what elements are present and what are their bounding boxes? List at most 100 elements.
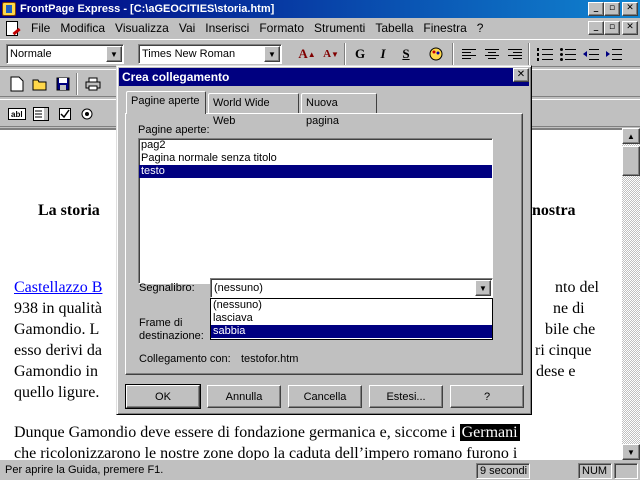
font-grow-icon[interactable]: A ▲ xyxy=(296,43,318,65)
ok-button[interactable]: OK xyxy=(125,384,201,409)
font-value: Times New Roman xyxy=(142,48,236,60)
radio-field-icon[interactable] xyxy=(76,103,98,125)
list-item[interactable]: Pagina normale senza titolo xyxy=(139,152,492,165)
list-item-selected[interactable]: testo xyxy=(139,165,492,178)
align-center-icon[interactable] xyxy=(481,43,503,65)
scroll-thumb[interactable] xyxy=(622,146,640,176)
chevron-down-icon[interactable]: ▼ xyxy=(475,280,491,296)
dialog-title-bar: Crea collegamento xyxy=(119,68,529,86)
link-value: testofor.htm xyxy=(241,353,299,365)
doc-text-line-right: nto del xyxy=(555,279,599,296)
doc-text-line-right: bile che xyxy=(545,321,596,338)
bookmark-value: (nessuno) xyxy=(214,282,263,294)
status-load-time: 9 secondi xyxy=(476,463,530,479)
status-num-lock: NUM xyxy=(578,463,612,479)
extended-button[interactable]: Estesi... xyxy=(369,385,443,408)
bookmark-dropdown-list[interactable]: (nessuno) lasciava sabbia xyxy=(210,298,493,340)
tab-world-wide-web[interactable]: World Wide Web xyxy=(208,93,299,127)
bookmark-label: Segnalibro: xyxy=(139,282,195,294)
doc-text-line: esso derivi da xyxy=(14,342,102,359)
link-label: Collegamento con: xyxy=(139,353,231,365)
doc-text-line: 938 in qualità xyxy=(14,300,102,317)
toolbar-separator xyxy=(452,43,454,65)
list-item[interactable]: pag2 xyxy=(139,139,492,152)
bullet-list-icon[interactable] xyxy=(557,43,579,65)
toolbar-separator xyxy=(528,43,530,65)
tab-pagine-aperte[interactable]: Pagine aperte xyxy=(126,91,206,114)
close-window-button[interactable]: ✕ xyxy=(622,2,638,16)
minimize-button[interactable]: _ xyxy=(588,2,604,16)
doc-text-line: Gamondio. L xyxy=(14,321,100,338)
menu-tabella[interactable]: Tabella xyxy=(370,21,418,35)
align-right-icon[interactable] xyxy=(504,43,526,65)
menu-formato[interactable]: Formato xyxy=(254,21,309,35)
textbox-field-icon[interactable]: abl xyxy=(6,103,28,125)
bold-button[interactable]: G xyxy=(349,43,371,65)
numbered-list-icon[interactable] xyxy=(534,43,556,65)
doc-minimize-button[interactable]: _ xyxy=(588,21,604,35)
format-toolbar: Normale ▼ Times New Roman ▼ A ▲ A ▼ G I S xyxy=(0,39,640,67)
italic-button[interactable]: I xyxy=(372,43,394,65)
doc-title-left: La storia xyxy=(38,202,100,219)
doc-title-right: nostra xyxy=(532,202,576,219)
menu-strumenti[interactable]: Strumenti xyxy=(309,21,370,35)
list-item[interactable]: lasciava xyxy=(211,312,492,325)
pages-label: Pagine aperte: xyxy=(138,124,210,136)
toolbar-separator xyxy=(76,73,78,95)
vertical-scrollbar[interactable]: ▲ ▼ xyxy=(622,128,640,460)
create-link-dialog: Crea collegamento ✕ Pagine aperte World … xyxy=(116,65,532,415)
scrolling-textbox-icon[interactable] xyxy=(30,103,52,125)
svg-text:abl: abl xyxy=(11,110,23,119)
decrease-indent-icon[interactable] xyxy=(580,43,602,65)
increase-indent-icon[interactable] xyxy=(603,43,625,65)
menu-help[interactable]: ? xyxy=(472,21,489,35)
doc-text-line: quello ligure. xyxy=(14,384,100,401)
tab-nuova-pagina[interactable]: Nuova pagina xyxy=(301,93,377,127)
style-combo[interactable]: Normale ▼ xyxy=(6,44,124,64)
document-icon[interactable] xyxy=(4,20,20,36)
doc-paragraph-line: Dunque Gamondio deve essere di fondazion… xyxy=(14,422,520,443)
title-bar: FrontPage Express - [C:\aGEOCITIES\stori… xyxy=(0,0,640,18)
clear-button[interactable]: Cancella xyxy=(288,385,362,408)
status-bar: Per aprire la Guida, premere F1. 9 secon… xyxy=(0,462,640,480)
open-pages-list[interactable]: pag2 Pagina normale senza titolo testo xyxy=(138,138,493,284)
bookmark-combo[interactable]: (nessuno) ▼ xyxy=(210,278,493,298)
underline-button[interactable]: S xyxy=(395,43,417,65)
menu-visualizza[interactable]: Visualizza xyxy=(110,21,174,35)
text-color-icon[interactable] xyxy=(425,43,447,65)
font-shrink-icon[interactable]: A ▼ xyxy=(320,43,342,65)
menu-inserisci[interactable]: Inserisci xyxy=(200,21,254,35)
scroll-up-icon[interactable]: ▲ xyxy=(622,128,640,144)
print-icon[interactable] xyxy=(82,73,104,95)
doc-restore-button[interactable]: ▫ xyxy=(604,21,620,35)
checkbox-field-icon[interactable] xyxy=(54,103,76,125)
doc-link-castellazzo[interactable]: Castellazzo B xyxy=(14,277,102,298)
menu-modifica[interactable]: Modifica xyxy=(55,21,110,35)
list-item-selected[interactable]: sabbia xyxy=(211,325,492,338)
menu-file[interactable]: File xyxy=(26,21,55,35)
list-item[interactable]: (nessuno) xyxy=(211,299,492,312)
frontpage-app-icon[interactable] xyxy=(2,2,16,16)
menu-vai[interactable]: Vai xyxy=(174,21,200,35)
new-file-icon[interactable] xyxy=(6,73,28,95)
maximize-button[interactable]: ▫ xyxy=(604,2,620,16)
chevron-down-icon[interactable]: ▼ xyxy=(106,46,122,62)
scroll-down-icon[interactable]: ▼ xyxy=(622,444,640,460)
doc-text-line: Gamondio in xyxy=(14,363,98,380)
doc-text: Dunque Gamondio deve essere di fondazion… xyxy=(14,424,456,441)
cancel-button[interactable]: Annulla xyxy=(207,385,281,408)
save-icon[interactable] xyxy=(52,73,74,95)
close-icon[interactable]: ✕ xyxy=(513,68,529,82)
frame-label: destinazione: xyxy=(139,330,204,342)
font-combo[interactable]: Times New Roman ▼ xyxy=(138,44,282,64)
help-button[interactable]: ? xyxy=(450,385,524,408)
doc-selected-word[interactable]: Germani xyxy=(459,424,520,441)
align-left-icon[interactable] xyxy=(458,43,480,65)
chevron-down-icon[interactable]: ▼ xyxy=(264,46,280,62)
doc-close-button[interactable]: ✕ xyxy=(622,21,638,35)
status-empty-panel xyxy=(614,463,638,479)
open-folder-icon[interactable] xyxy=(29,73,51,95)
doc-text-line-right: ri cinque xyxy=(535,342,592,359)
menu-finestra[interactable]: Finestra xyxy=(418,21,471,35)
dialog-title: Crea collegamento xyxy=(122,70,230,84)
